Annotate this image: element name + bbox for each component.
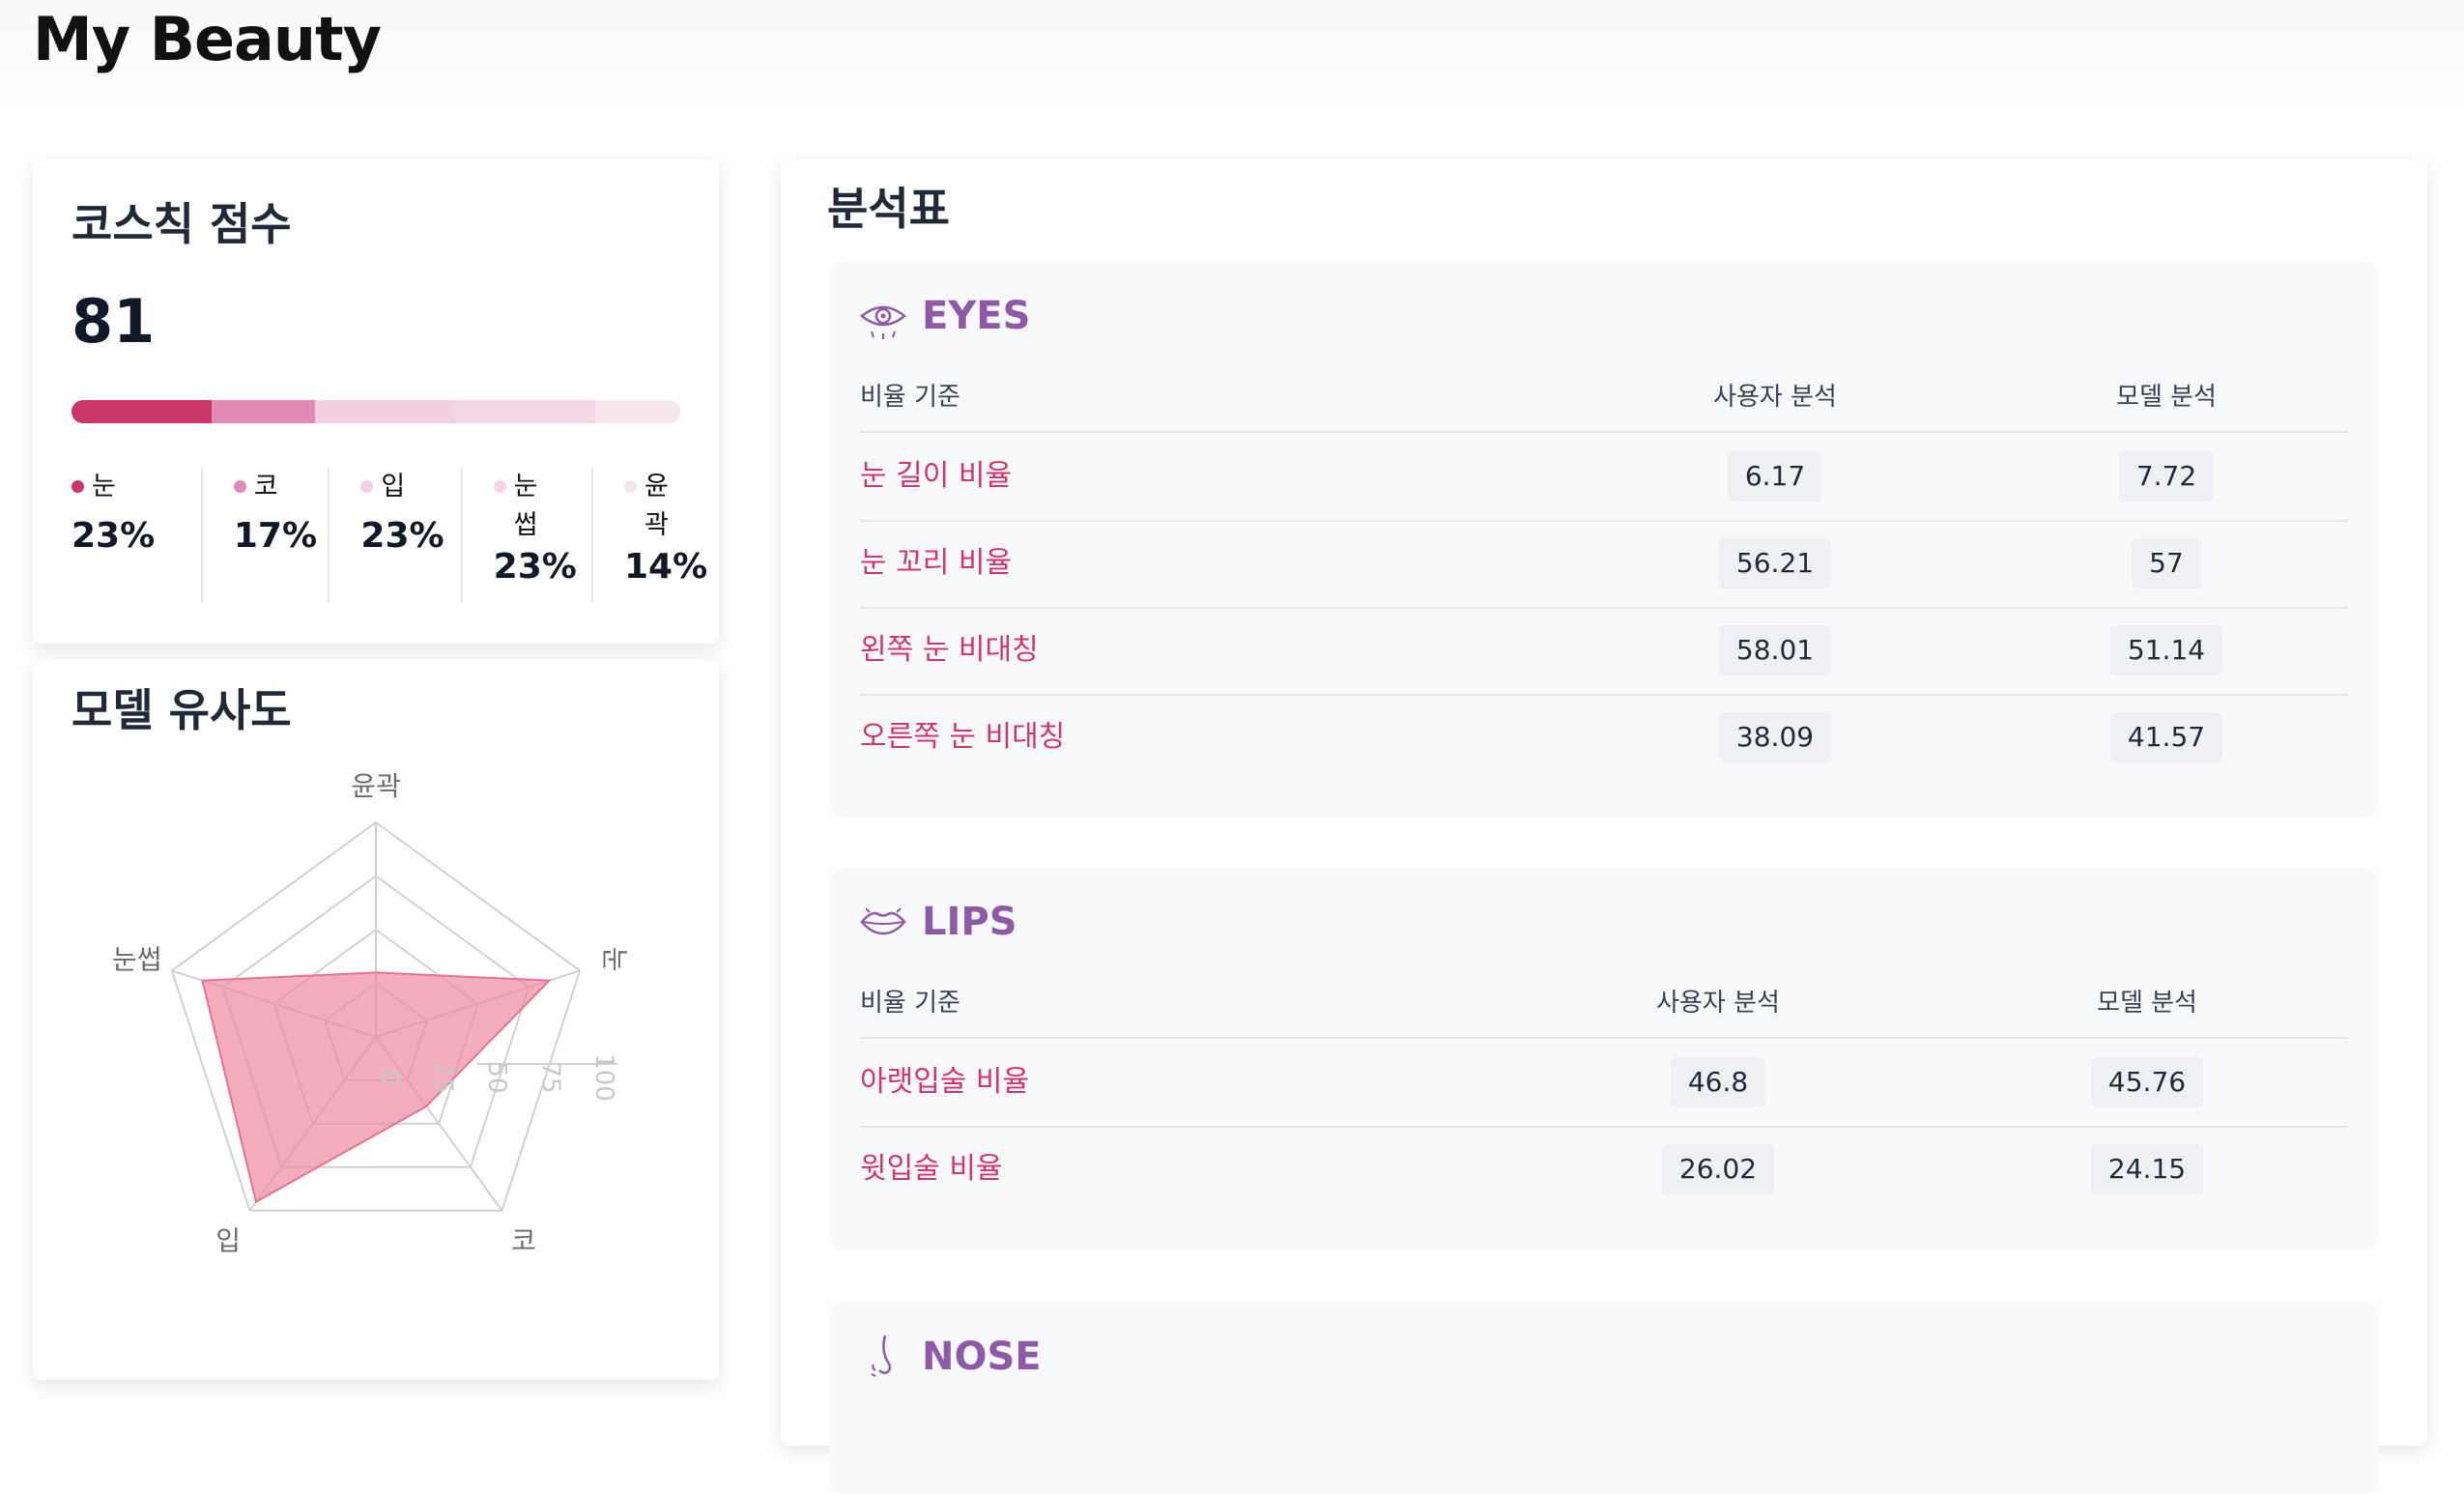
table-header: 비율 기준 사용자 분석 모델 분석 [860, 969, 2348, 1039]
radar-tick-label: 0 [375, 1070, 404, 1086]
radar-axis-label: 입 [215, 1224, 241, 1256]
table-row: 윗입술 비율 26.02 24.15 [860, 1126, 2348, 1213]
section-title: LIPS [922, 900, 1017, 944]
legend-percent: 23% [493, 547, 577, 587]
legend-label: 입 [381, 472, 406, 502]
nose-icon [871, 1335, 892, 1377]
eye-icon [860, 305, 906, 339]
legend-dot [72, 480, 84, 493]
score-card-title: 코스칙 점수 [72, 198, 292, 250]
radar-tick-label: 50 [482, 1061, 511, 1093]
section-lips: LIPS 비율 기준 사용자 분석 모델 분석 아랫입술 비율 46.8 45.… [829, 868, 2379, 1250]
lips-icon [860, 907, 906, 935]
analysis-title: 분석표 [827, 183, 950, 235]
legend-item-eyes: 눈 23% [72, 468, 203, 613]
bar-segment-eyes [72, 400, 212, 423]
model-value: 24.15 [2090, 1144, 2204, 1194]
row-name: 눈 길이 비율 [860, 459, 1013, 493]
radar-chart: 윤곽눈코 입 눈썹 0 25 50 75 100 [112, 770, 630, 1256]
legend-label: 눈썹 [513, 472, 538, 540]
radar-tick-label: 25 [429, 1061, 458, 1093]
model-value: 45.76 [2090, 1057, 2204, 1107]
model-value: 7.72 [2118, 451, 2215, 502]
model-value: 41.57 [2109, 712, 2223, 762]
cosmetic-score-card: 코스칙 점수 81 눈 23% 코 17% 입 23% 눈썹 23% 윤곽 14… [33, 160, 719, 644]
user-value: 6.17 [1727, 451, 1823, 502]
header-model: 모델 분석 [2097, 989, 2197, 1018]
row-name: 아랫입술 비율 [860, 1065, 1030, 1099]
row-name: 오른쪽 눈 비대칭 [860, 720, 1066, 754]
header-user: 사용자 분석 [1656, 989, 1780, 1018]
user-value: 38.09 [1718, 712, 1832, 762]
table-row: 눈 길이 비율 6.17 7.72 [860, 433, 2348, 522]
header-criterion: 비율 기준 [860, 383, 960, 412]
bar-segment-eyebrows [454, 400, 595, 423]
radar-axis-label: 눈 [598, 947, 630, 972]
score-value: 81 [72, 286, 156, 357]
similarity-card-title: 모델 유사도 [72, 684, 292, 736]
legend-dot [624, 480, 637, 493]
score-legend: 눈 23% 코 17% 입 23% 눈썹 23% 윤곽 14% [72, 468, 708, 613]
header-criterion: 비율 기준 [860, 989, 960, 1018]
section-eyes: EYES 비율 기준 사용자 분석 모델 분석 눈 길이 비율 6.17 7.7… [829, 262, 2379, 818]
row-name: 윗입술 비율 [860, 1152, 1003, 1186]
legend-percent: 17% [233, 516, 318, 556]
legend-percent: 14% [624, 547, 708, 587]
radar-tick-label: 100 [589, 1053, 618, 1102]
bar-segment-contour [594, 400, 680, 423]
row-name: 왼쪽 눈 비대칭 [860, 633, 1039, 667]
bar-segment-nose [211, 400, 315, 423]
model-value: 51.14 [2109, 625, 2223, 675]
bar-segment-lips [314, 400, 455, 423]
user-value: 58.01 [1718, 625, 1832, 675]
radar-axis-label: 눈썹 [112, 944, 162, 976]
table-row: 아랫입술 비율 46.8 45.76 [860, 1039, 2348, 1128]
radar-axis-label: 코 [511, 1224, 536, 1256]
table-row: 오른쪽 눈 비대칭 38.09 41.57 [860, 694, 2348, 781]
legend-dot [360, 480, 374, 493]
legend-item-lips: 입 23% [329, 468, 463, 613]
section-title: EYES [922, 294, 1031, 338]
legend-label: 윤곽 [645, 472, 669, 540]
table-row: 왼쪽 눈 비대칭 58.01 51.14 [860, 607, 2348, 696]
legend-percent: 23% [72, 516, 156, 556]
header-model: 모델 분석 [2116, 383, 2217, 412]
user-value: 56.21 [1718, 538, 1832, 589]
user-value: 26.02 [1661, 1144, 1775, 1194]
analysis-card: 분석표 EYES 비율 기준 사용자 분석 모델 분석 눈 길이 비율 6.17… [781, 160, 2427, 1494]
legend-dot [233, 480, 246, 493]
legend-label: 코 [253, 472, 278, 502]
section-nose: NOSE [829, 1301, 2379, 1494]
table-row: 눈 꼬리 비율 56.21 57 [860, 520, 2348, 609]
user-value: 46.8 [1670, 1057, 1766, 1107]
legend-item-eyebrows: 눈썹 23% [463, 468, 593, 613]
row-name: 눈 꼬리 비율 [860, 546, 1013, 580]
legend-item-contour: 윤곽 14% [593, 468, 708, 613]
legend-item-nose: 코 17% [203, 468, 330, 613]
radar-axis-label: 윤곽 [351, 770, 401, 802]
score-distribution-bar [72, 400, 680, 423]
header-user: 사용자 분석 [1713, 383, 1837, 412]
legend-dot [493, 480, 506, 493]
table-header: 비율 기준 사용자 분석 모델 분석 [860, 363, 2348, 433]
model-value: 57 [2132, 538, 2201, 589]
section-title: NOSE [922, 1335, 1042, 1379]
legend-label: 눈 [92, 472, 116, 502]
model-similarity-card: 모델 유사도 윤곽눈코 입 눈썹 0 25 50 75 100 [33, 660, 719, 1380]
radar-tick-label: 75 [536, 1061, 565, 1093]
legend-percent: 23% [360, 516, 444, 556]
page-title: My Beauty [33, 4, 382, 74]
